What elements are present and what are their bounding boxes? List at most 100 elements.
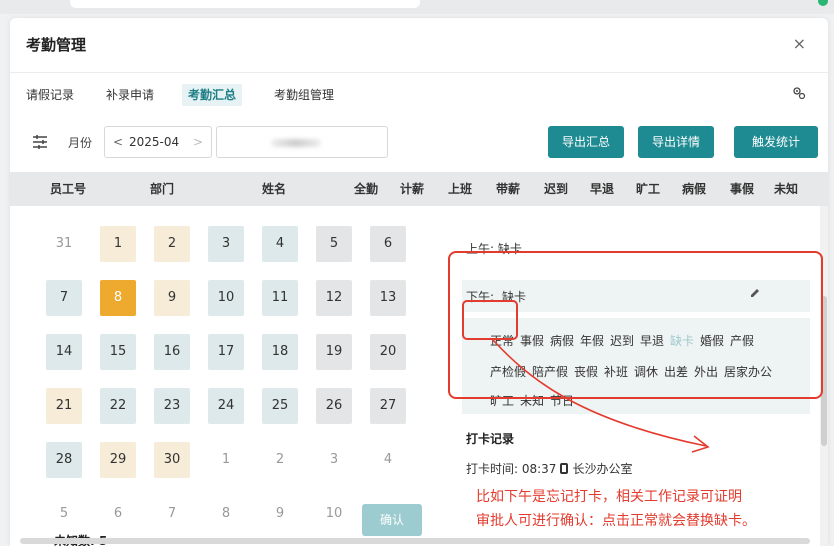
th-department: 部门 [150,182,175,196]
calendar-day[interactable]: 28 [46,442,82,478]
status-option[interactable]: 旷工 [490,392,514,409]
redacted-search-input[interactable] [216,126,388,158]
tab-leave-records[interactable]: 请假记录 [26,84,74,106]
month-value: 2025-04 [129,135,180,149]
calendar-day[interactable]: 3 [316,442,352,478]
th-personal: 事假 [730,182,755,196]
status-option[interactable]: 婚假 [700,332,724,349]
toolbar: 月份 < 2025-04 > 导出汇总 导出详情 触发统计 [10,126,828,160]
calendar-day[interactable]: 4 [262,226,298,262]
calendar-day[interactable]: 10 [208,280,244,316]
tab-attendance-summary[interactable]: 考勤汇总 [182,84,243,106]
calendar-day[interactable]: 7 [154,496,190,532]
status-option[interactable]: 迟到 [610,332,634,349]
calendar-day[interactable]: 14 [46,334,82,370]
pencil-icon[interactable] [748,286,762,300]
status-option[interactable]: 未知 [520,392,544,409]
calendar-day[interactable]: 24 [208,388,244,424]
calendar-day[interactable]: 21 [46,388,82,424]
calendar-day[interactable]: 17 [208,334,244,370]
status-option[interactable]: 正常 [490,332,514,349]
calendar-day[interactable]: 16 [154,334,190,370]
calendar-day[interactable]: 12 [316,280,352,316]
calendar-day[interactable]: 2 [154,226,190,262]
calendar-day[interactable]: 27 [370,388,406,424]
horizontal-scrollbar[interactable] [20,538,810,544]
calendar-day[interactable]: 5 [316,226,352,262]
th-employee-id: 员工号 [50,182,87,196]
th-paid: 计薪 [400,182,425,196]
status-option[interactable]: 外出 [694,363,718,380]
trigger-stats-button[interactable]: 触发统计 [734,126,818,158]
th-paid-leave: 带薪 [496,182,521,196]
calendar-day[interactable]: 2 [262,442,298,478]
filter-icon[interactable] [32,134,48,150]
calendar-day[interactable]: 8 [208,496,244,532]
calendar-day[interactable]: 7 [46,280,82,316]
calendar-day[interactable]: 9 [262,496,298,532]
confirm-button[interactable]: 确认 [362,504,422,536]
day-detail-panel: 上午: 缺卡 下午: 缺卡 正常 事假 病假 年假 迟到 早退 缺卡 婚假 产假 产检假 陪产假 丧假… [454,206,828,546]
calendar-day[interactable]: 6 [370,226,406,262]
status-option[interactable]: 陪产假 [532,363,568,380]
status-option[interactable]: 早退 [640,332,664,349]
chevron-left-icon[interactable]: < [113,135,123,149]
calendar-day[interactable]: 6 [100,496,136,532]
status-option[interactable]: 节日 [550,392,574,409]
status-option[interactable]: 年假 [580,332,604,349]
status-option[interactable]: 事假 [520,332,544,349]
punch-record-line: 打卡时间: 08:37 长沙办公室 [466,460,632,477]
chevron-right-icon[interactable]: > [193,135,203,149]
calendar-day[interactable]: 19 [316,334,352,370]
export-summary-button[interactable]: 导出汇总 [548,126,624,158]
th-late: 迟到 [544,182,569,196]
modal-title: 考勤管理 [26,36,87,54]
status-option[interactable]: 病假 [550,332,574,349]
status-option[interactable]: 产检假 [490,363,526,380]
afternoon-label: 下午: [466,290,495,304]
status-option[interactable]: 丧假 [574,363,598,380]
calendar-day[interactable]: 25 [262,388,298,424]
calendar-day[interactable]: 29 [100,442,136,478]
vertical-scrollbar[interactable] [820,206,828,546]
status-option[interactable]: 居家办公 [724,363,772,380]
status-option[interactable]: 调休 [634,363,658,380]
calendar-day[interactable]: 30 [154,442,190,478]
calendar-day[interactable]: 20 [370,334,406,370]
calendar-day[interactable]: 15 [100,334,136,370]
th-full-attendance: 全勤 [354,182,379,196]
calendar-day[interactable]: 1 [100,226,136,262]
status-option[interactable]: 出差 [664,363,688,380]
calendar-day[interactable]: 11 [262,280,298,316]
calendar-day[interactable]: 23 [154,388,190,424]
calendar-day[interactable]: 22 [100,388,136,424]
status-option[interactable]: 产假 [730,332,754,349]
status-option[interactable]: 补班 [604,363,628,380]
settings-icon[interactable] [792,86,806,100]
background-window-strip [0,0,834,14]
calendar-day[interactable]: 26 [316,388,352,424]
calendar-day[interactable]: 1 [208,442,244,478]
status-option[interactable]: 缺卡 [670,332,694,349]
phone-icon [560,463,569,474]
tab-attendance-group[interactable]: 考勤组管理 [274,84,334,106]
scrollbar-thumb[interactable] [821,296,827,446]
calendar-day[interactable]: 3 [208,226,244,262]
tab-supplement-requests[interactable]: 补录申请 [106,84,154,106]
calendar-day[interactable]: 18 [262,334,298,370]
annotation-line-1: 比如下午是忘记打卡，相关工作记录可证明 [476,489,742,505]
punch-location: 长沙办公室 [572,462,633,476]
calendar-day[interactable]: 8 [100,280,136,316]
calendar-day[interactable]: 5 [46,496,82,532]
calendar-day[interactable]: 9 [154,280,190,316]
redacted-blur [271,139,321,147]
calendar-grid: 未知数: 5 311234567891011121314151617181920… [10,206,450,546]
th-sick: 病假 [682,182,707,196]
export-detail-button[interactable]: 导出详情 [638,126,714,158]
calendar-day[interactable]: 10 [316,496,352,532]
calendar-day[interactable]: 13 [370,280,406,316]
month-picker[interactable]: < 2025-04 > [104,126,212,158]
calendar-day[interactable]: 4 [370,442,406,478]
close-icon[interactable]: × [793,34,806,53]
calendar-day[interactable]: 31 [46,226,82,262]
